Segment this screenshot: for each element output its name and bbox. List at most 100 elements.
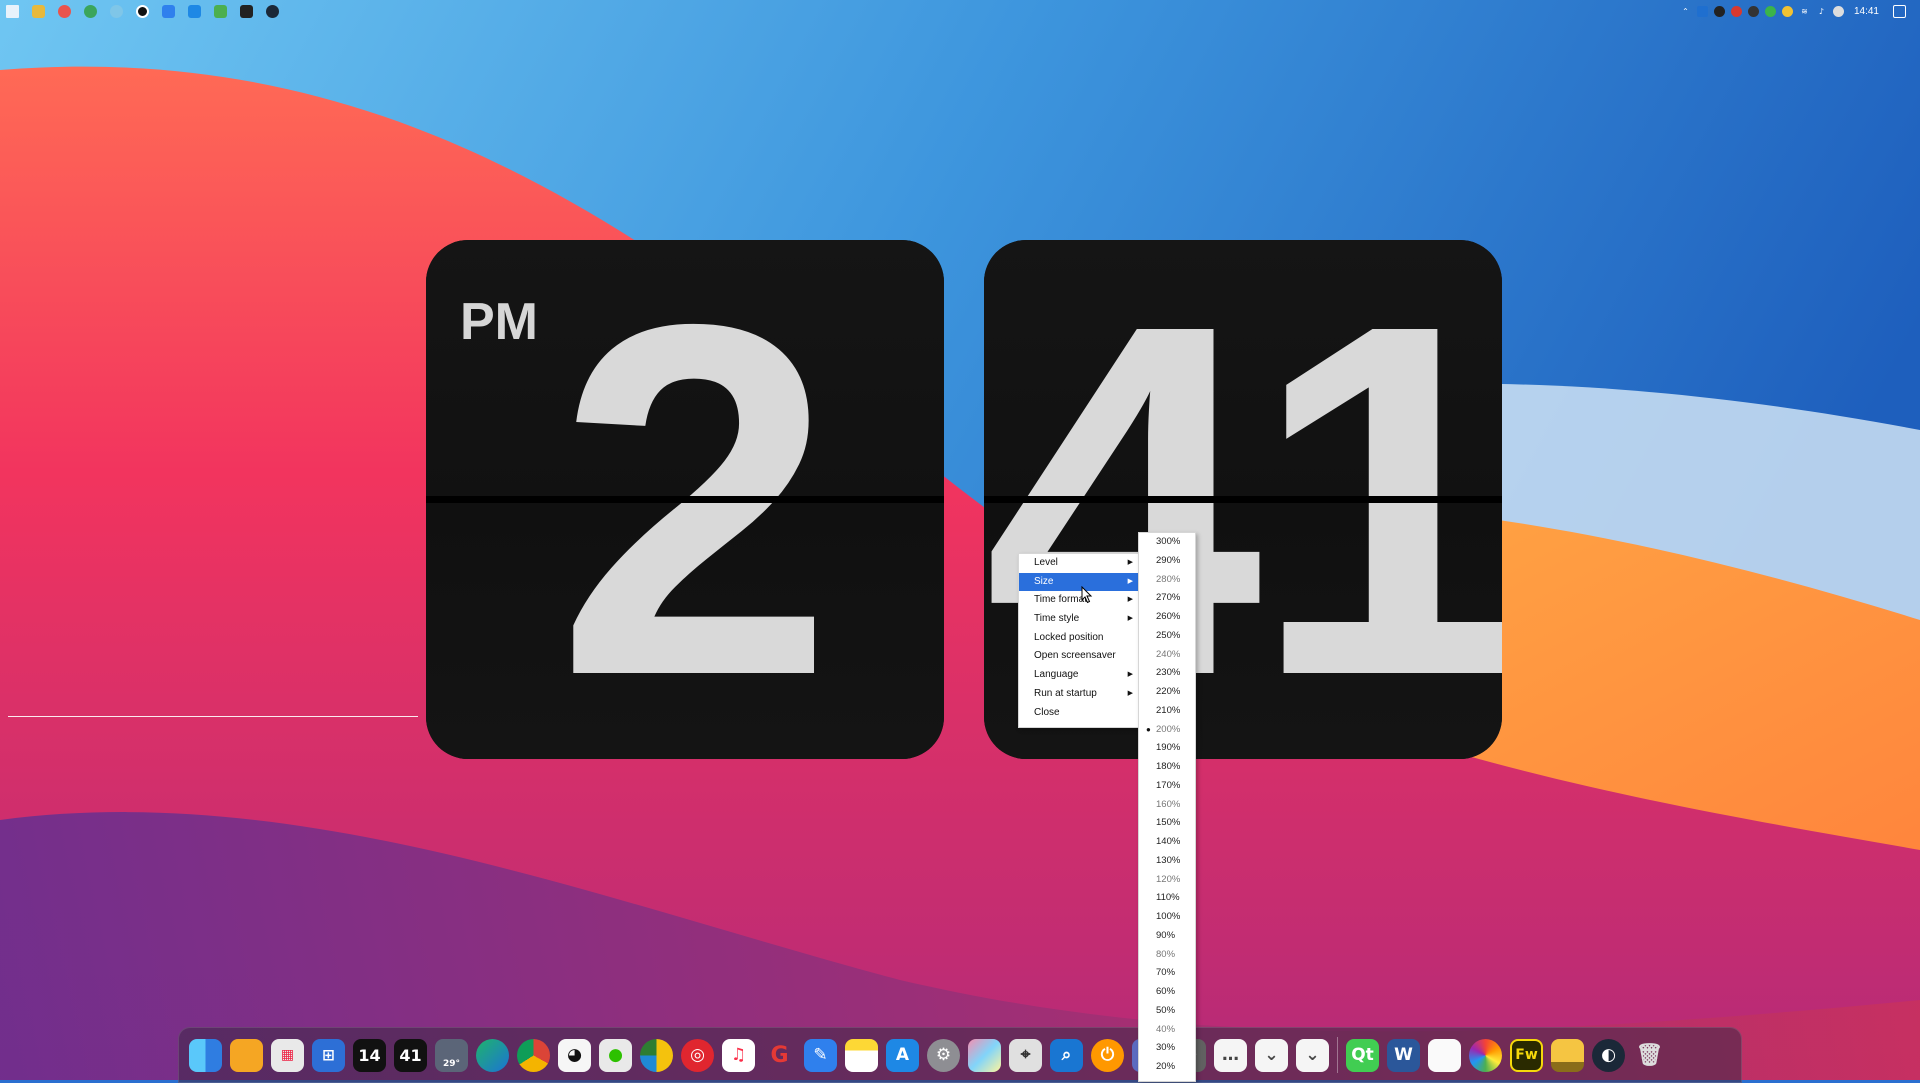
pycharm-icon[interactable] <box>240 4 253 18</box>
more-icon[interactable]: … <box>1214 1038 1247 1072</box>
size-option[interactable]: 220% <box>1139 683 1195 702</box>
qq-tray-icon[interactable] <box>1730 5 1742 17</box>
volume-icon[interactable]: ♪ <box>1816 6 1827 17</box>
size-option[interactable]: 290% <box>1139 552 1195 571</box>
menu-item-time-format[interactable]: Time format ▶ <box>1019 591 1141 610</box>
fireworks-icon[interactable]: Fw <box>1510 1038 1543 1072</box>
size-option[interactable]: 50% <box>1139 1002 1195 1021</box>
wechat-icon[interactable]: ● <box>599 1038 632 1072</box>
security-tray-icon[interactable] <box>1781 5 1793 17</box>
app-red-icon[interactable]: G <box>763 1039 796 1072</box>
menu-item-locked-position[interactable]: Locked position <box>1019 629 1141 648</box>
size-option[interactable]: 160% <box>1139 796 1195 815</box>
word-icon[interactable]: W <box>1387 1038 1420 1072</box>
size-option[interactable]: 60% <box>1139 983 1195 1002</box>
menu-item-open-screensaver[interactable]: Open screensaver <box>1019 647 1141 666</box>
wechat-tray-icon[interactable] <box>1764 5 1776 17</box>
home-icon[interactable] <box>230 1038 263 1072</box>
size-option[interactable]: 150% <box>1139 814 1195 833</box>
chevron-up-icon[interactable]: ⌃ <box>1680 6 1691 17</box>
clock-hour-widget[interactable]: 14 <box>353 1038 386 1072</box>
size-option[interactable]: 130% <box>1139 852 1195 871</box>
size-option[interactable]: 180% <box>1139 758 1195 777</box>
menu-item-size[interactable]: Size ▶ <box>1019 572 1141 592</box>
photos-icon[interactable] <box>1469 1038 1502 1072</box>
menu-item-time-style[interactable]: Time style ▶ <box>1019 610 1141 629</box>
size-option-label: 110% <box>1156 892 1180 904</box>
size-option[interactable]: 300% <box>1139 533 1195 552</box>
size-option[interactable]: 40% <box>1139 1021 1195 1040</box>
screenshot-icon[interactable]: ⌖ <box>1009 1038 1042 1072</box>
launchpad-icon[interactable]: ▦ <box>271 1038 304 1072</box>
app-tray-icon[interactable] <box>1713 5 1725 17</box>
size-option[interactable]: 260% <box>1139 608 1195 627</box>
size-option-label: 160% <box>1156 798 1181 810</box>
settings-gear-icon[interactable]: ⚙ <box>927 1038 960 1072</box>
size-option[interactable]: 70% <box>1139 964 1195 983</box>
wechat-icon[interactable] <box>214 4 227 18</box>
user-tray-icon[interactable] <box>1832 5 1844 17</box>
pie-app-icon[interactable] <box>640 1038 673 1072</box>
size-option[interactable]: 210% <box>1139 702 1195 721</box>
netease-music-icon[interactable]: ◎ <box>681 1038 714 1072</box>
clock-minute-widget[interactable]: 41 <box>394 1038 427 1072</box>
size-option[interactable]: 110% <box>1139 889 1195 908</box>
chevron-down-icon-2[interactable]: ⌄ <box>1296 1038 1329 1072</box>
menu-item-language[interactable]: Language ▶ <box>1019 666 1141 685</box>
windows-start-icon[interactable] <box>6 4 19 18</box>
app-orange-icon[interactable]: ⏻ <box>1091 1038 1124 1072</box>
music-icon[interactable]: ♫ <box>722 1038 755 1072</box>
feishu-icon[interactable] <box>162 4 175 18</box>
size-option[interactable]: 100% <box>1139 908 1195 927</box>
record-icon[interactable] <box>136 4 149 18</box>
network-icon[interactable]: ≋ <box>1799 6 1810 17</box>
size-option[interactable]: 80% <box>1139 946 1195 965</box>
size-option[interactable]: 190% <box>1139 739 1195 758</box>
steam-icon[interactable] <box>266 4 279 18</box>
size-option-checked[interactable]: ● 200% <box>1139 721 1195 740</box>
notification-icon[interactable] <box>1893 4 1906 18</box>
size-option[interactable]: 270% <box>1139 589 1195 608</box>
drive-icon[interactable] <box>1551 1038 1584 1072</box>
notes-icon[interactable] <box>845 1038 878 1072</box>
size-option[interactable]: 20% <box>1139 1058 1195 1077</box>
browser-icon[interactable] <box>58 4 71 18</box>
size-option-label: 230% <box>1156 667 1181 679</box>
size-option[interactable]: 170% <box>1139 777 1195 796</box>
size-option[interactable]: 30% <box>1139 1039 1195 1058</box>
qt-icon[interactable]: Qt <box>1346 1038 1379 1072</box>
search-icon[interactable]: ⌕ <box>1050 1038 1083 1072</box>
calendar-icon[interactable] <box>188 4 201 18</box>
size-option[interactable]: 140% <box>1139 833 1195 852</box>
document-icon[interactable] <box>1428 1038 1461 1072</box>
color-picker-icon[interactable] <box>968 1038 1001 1072</box>
edge-icon[interactable] <box>476 1038 509 1072</box>
menu-item-run-at-startup[interactable]: Run at startup ▶ <box>1019 685 1141 704</box>
menu-item-level[interactable]: Level ▶ <box>1019 554 1141 573</box>
size-option[interactable]: 120% <box>1139 871 1195 890</box>
weather-icon[interactable]: 29° <box>435 1038 468 1072</box>
feishu-icon[interactable]: ✎ <box>804 1038 837 1072</box>
menubar-clock[interactable]: 14:41 <box>1854 6 1879 17</box>
size-option[interactable]: 240% <box>1139 646 1195 665</box>
clock-hour-card[interactable]: PM 2 <box>426 240 944 759</box>
size-option[interactable]: 280% <box>1139 571 1195 590</box>
app-icon[interactable] <box>110 4 123 18</box>
size-option[interactable]: 250% <box>1139 627 1195 646</box>
app-tray-icon-2[interactable] <box>1747 5 1759 17</box>
app-store-icon[interactable]: A <box>886 1038 919 1072</box>
windows-icon[interactable]: ⊞ <box>312 1038 345 1072</box>
screenshot-tray-icon[interactable] <box>1696 5 1708 17</box>
file-explorer-icon[interactable] <box>32 4 45 18</box>
steam-icon[interactable]: ◐ <box>1592 1038 1625 1072</box>
menu-item-close[interactable]: Close <box>1019 704 1141 723</box>
chrome-icon[interactable] <box>84 4 97 18</box>
chevron-down-icon[interactable]: ⌄ <box>1255 1038 1288 1072</box>
menu-item-label: Size <box>1034 575 1054 587</box>
size-option[interactable]: 230% <box>1139 664 1195 683</box>
trash-icon[interactable]: 🗑 <box>1633 1039 1666 1072</box>
qq-icon[interactable]: ◕ <box>558 1038 591 1072</box>
finder-icon[interactable] <box>189 1038 222 1072</box>
size-option[interactable]: 90% <box>1139 927 1195 946</box>
chrome-icon[interactable] <box>517 1038 550 1072</box>
